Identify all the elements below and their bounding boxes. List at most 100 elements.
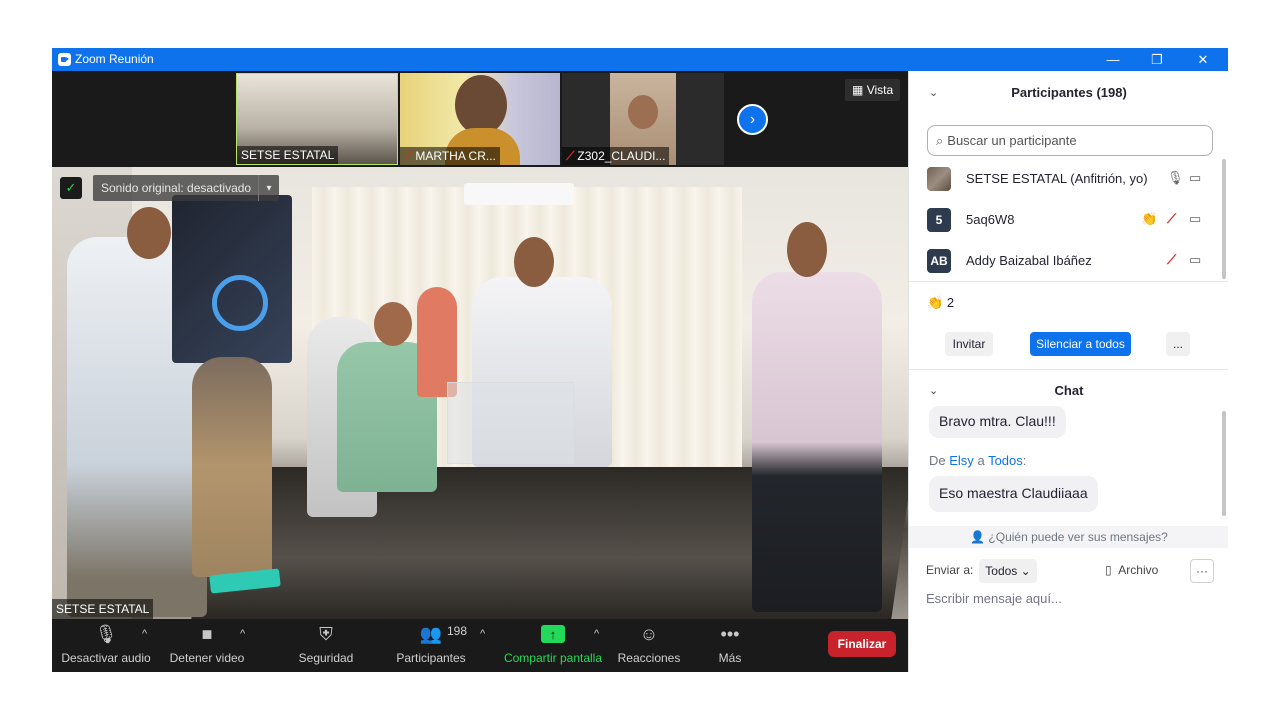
chat-sender-name[interactable]: Elsy bbox=[949, 453, 974, 468]
stop-video-button[interactable]: ■ Detener video bbox=[168, 623, 246, 666]
chat-recipient-name[interactable]: Todos bbox=[988, 453, 1023, 468]
thumbnail-strip: SETSE ESTATAL ⟋ MARTHA CR... ⟋ Z302_CLAUDI… bbox=[52, 71, 908, 167]
video-camera-icon: ■ bbox=[201, 623, 213, 644]
speaker-name-label: SETSE ESTATAL bbox=[52, 599, 154, 619]
more-dots-icon: ••• bbox=[720, 623, 740, 644]
title-bar: Zoom Reunión — ❐ ✕ bbox=[52, 48, 1228, 71]
side-panel: ⌄ Participantes (198) ⌕ Buscar un partici… bbox=[908, 71, 1228, 672]
video-thumbnail[interactable]: ⟋ MARTHA CR... bbox=[400, 73, 560, 165]
zoom-window: Zoom Reunión — ❐ ✕ SETSE ESTATAL ⟋ MARTHA… bbox=[52, 48, 1228, 672]
thumbnail-name: ⟋ MARTHA CR... bbox=[400, 147, 500, 165]
end-meeting-button[interactable]: Finalizar bbox=[828, 631, 896, 657]
mute-all-button[interactable]: Silenciar a todos bbox=[1030, 332, 1131, 356]
reactions-icon: ☺ bbox=[639, 623, 659, 644]
participant-face bbox=[455, 75, 507, 135]
video-options-caret-icon[interactable]: ^ bbox=[240, 628, 245, 640]
video-camera-icon[interactable]: ▭ bbox=[1189, 170, 1201, 186]
mic-muted-icon: ⟋ bbox=[566, 149, 575, 163]
video-thumbnail[interactable]: SETSE ESTATAL bbox=[236, 73, 398, 165]
avatar: AB bbox=[927, 249, 951, 273]
participant-row[interactable]: 5 5aq6W8 👏 ⟋ ▭ bbox=[909, 200, 1219, 240]
audio-options-caret-icon[interactable]: ^ bbox=[142, 628, 147, 640]
video-camera-icon[interactable]: ▭ bbox=[1189, 252, 1201, 268]
file-button[interactable]: ▯ Archivo bbox=[1105, 563, 1158, 577]
chat-message: Eso maestra Claudiiaaa bbox=[929, 476, 1098, 512]
main-video: ✓ Sonido original: desactivado ▾ SETSE E… bbox=[52, 167, 908, 619]
meeting-toolbar: 🎙 Desactivar audio ^ ■ Detener video ^ ⛨… bbox=[52, 619, 908, 672]
mic-muted-icon[interactable]: ⟋ bbox=[1167, 252, 1176, 268]
more-button[interactable]: ••• Más bbox=[710, 623, 750, 666]
next-page-button[interactable]: › bbox=[737, 104, 768, 135]
scene-person-head bbox=[514, 237, 554, 287]
chat-title: Chat bbox=[1054, 383, 1084, 398]
reaction-count: 👏 2 bbox=[927, 295, 955, 310]
close-button[interactable]: ✕ bbox=[1180, 48, 1226, 71]
search-icon: ⌕ bbox=[936, 133, 944, 148]
restore-button[interactable]: ❐ bbox=[1134, 48, 1180, 71]
encryption-shield-icon[interactable]: ✓ bbox=[60, 177, 82, 199]
participants-count: 198 bbox=[447, 624, 468, 638]
reactions-button[interactable]: ☺ Reacciones bbox=[614, 623, 684, 666]
microphone-icon: 🎙 bbox=[94, 623, 118, 644]
participants-more-button[interactable]: ... bbox=[1166, 332, 1190, 356]
participant-face bbox=[628, 95, 658, 129]
chat-more-button[interactable]: ··· bbox=[1190, 559, 1214, 583]
avatar bbox=[927, 167, 951, 191]
scene-person bbox=[417, 287, 457, 397]
share-screen-button[interactable]: ↑ Compartir pantalla bbox=[500, 623, 606, 665]
participants-header: ⌄ Participantes (198) bbox=[909, 71, 1228, 115]
security-button[interactable]: ⛨ Seguridad bbox=[292, 623, 360, 666]
grid-view-icon: ▦ bbox=[852, 83, 864, 97]
invite-button[interactable]: Invitar bbox=[945, 332, 993, 356]
chat-scrollbar[interactable] bbox=[1222, 411, 1226, 516]
mic-muted-icon: ⟋ bbox=[404, 149, 413, 163]
video-thumbnail[interactable]: ⟋ Z302_CLAUDI... bbox=[562, 73, 724, 165]
scene-person-head bbox=[374, 302, 412, 346]
zoom-app-icon bbox=[58, 53, 71, 66]
chat-message: Bravo mtra. Clau!!! bbox=[929, 406, 1066, 438]
participant-row[interactable]: AB Addy Baizabal Ibáñez ⟋ ▭ bbox=[909, 241, 1219, 281]
share-options-caret-icon[interactable]: ^ bbox=[594, 628, 599, 640]
chat-message-input[interactable]: Escribir mensaje aquí... bbox=[926, 591, 1062, 606]
thumbnail-name: ⟋ Z302_CLAUDI... bbox=[562, 147, 670, 165]
chat-message-sender: De Elsy a Todos: bbox=[929, 453, 1027, 468]
who-can-see-messages[interactable]: 👤 ¿Quién puede ver sus mensajes? bbox=[909, 526, 1228, 548]
participants-options-caret-icon[interactable]: ^ bbox=[480, 628, 485, 640]
minimize-button[interactable]: — bbox=[1090, 48, 1136, 71]
participant-name: Addy Baizabal Ibáñez bbox=[966, 253, 1092, 268]
clapping-hands-icon: 👏 bbox=[927, 295, 944, 310]
original-sound-label: Sonido original: desactivado bbox=[101, 181, 252, 195]
participant-name: 5aq6W8 bbox=[966, 212, 1015, 227]
scene-person bbox=[192, 357, 272, 577]
scene-person bbox=[752, 272, 882, 612]
share-screen-icon: ↑ bbox=[541, 625, 565, 643]
participant-name: SETSE ESTATAL (Anfitrión, yo) bbox=[966, 171, 1148, 186]
mute-audio-button[interactable]: 🎙 Desactivar audio bbox=[61, 623, 150, 666]
view-button[interactable]: ▦ Vista bbox=[845, 79, 901, 101]
scene-speaker-ring bbox=[212, 275, 268, 331]
participant-search-input[interactable]: ⌕ Buscar un participante bbox=[927, 125, 1213, 156]
clapping-hands-icon: 👏 bbox=[1141, 211, 1158, 226]
microphone-icon[interactable]: 🎙 bbox=[1167, 170, 1184, 186]
send-to-label: Enviar a: bbox=[926, 563, 974, 577]
window-title: Zoom Reunión bbox=[75, 52, 154, 66]
scene-glass-box bbox=[447, 382, 574, 464]
thumbnail-name: SETSE ESTATAL bbox=[237, 146, 339, 164]
participant-row[interactable]: SETSE ESTATAL (Anfitrión, yo) 🎙 ▭ bbox=[909, 159, 1219, 199]
scene-air-conditioner bbox=[464, 183, 574, 205]
original-sound-toggle[interactable]: Sonido original: desactivado ▾ bbox=[93, 175, 279, 201]
avatar: 5 bbox=[927, 208, 951, 232]
video-camera-icon[interactable]: ▭ bbox=[1189, 211, 1201, 227]
person-icon: 👤 bbox=[970, 530, 986, 544]
participants-title: Participantes (198) bbox=[1011, 85, 1127, 100]
mic-muted-icon[interactable]: ⟋ bbox=[1167, 211, 1176, 227]
participants-scrollbar[interactable] bbox=[1222, 159, 1226, 279]
scene-person-head bbox=[787, 222, 827, 277]
shield-icon: ⛨ bbox=[319, 623, 333, 644]
chevron-down-icon[interactable]: ▾ bbox=[258, 175, 279, 201]
scene-speaker-box bbox=[172, 195, 292, 363]
divider bbox=[909, 281, 1228, 282]
scene-person-head bbox=[127, 207, 171, 259]
participants-icon: 👥 bbox=[419, 623, 443, 644]
send-to-dropdown[interactable]: Todos ⌄ bbox=[979, 559, 1037, 583]
